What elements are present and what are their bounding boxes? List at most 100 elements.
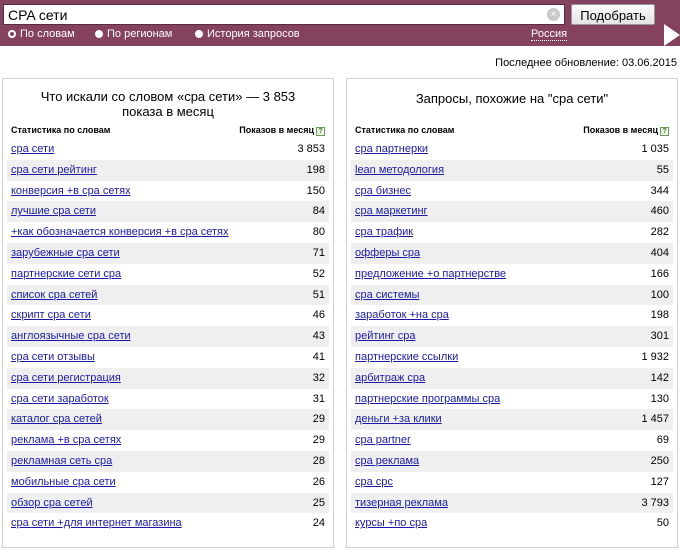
clear-icon[interactable]: × bbox=[547, 8, 560, 21]
keyword-link[interactable]: тизерная реклама bbox=[355, 497, 448, 509]
keyword-link[interactable]: cpa сети заработок bbox=[11, 393, 109, 405]
keyword-link[interactable]: cpa сети регистрация bbox=[11, 372, 121, 384]
keyword-link[interactable]: рейтинг cpa bbox=[355, 330, 415, 342]
keyword-link[interactable]: cpa системы bbox=[355, 289, 419, 301]
keyword-link[interactable]: cpa partner bbox=[355, 434, 411, 446]
keyword-link[interactable]: cpa партнерки bbox=[355, 143, 428, 155]
impressions-count: 84 bbox=[312, 205, 325, 218]
help-icon[interactable]: ? bbox=[316, 127, 325, 136]
mode-by-words[interactable]: По словам bbox=[8, 28, 75, 40]
keyword-link[interactable]: каталог cpa сетей bbox=[11, 413, 102, 425]
keyword-link[interactable]: партнерские сети cpa bbox=[11, 268, 121, 280]
table-row: заработок +на cpa 198 bbox=[351, 305, 673, 326]
keyword-link[interactable]: cpa сети рейтинг bbox=[11, 164, 97, 176]
radio-icon bbox=[8, 30, 16, 38]
impressions-count: 51 bbox=[312, 288, 325, 301]
impressions-count: 404 bbox=[650, 246, 669, 259]
keyword-link[interactable]: заработок +на cpa bbox=[355, 309, 449, 321]
keyword-link[interactable]: cpa бизнес bbox=[355, 185, 411, 197]
impressions-count: 41 bbox=[312, 350, 325, 363]
keyword-link[interactable]: мобильные cpa сети bbox=[11, 476, 116, 488]
col-keyword: Статистика по словам bbox=[11, 125, 111, 135]
keyword-link[interactable]: зарубежные cpa сети bbox=[11, 247, 120, 259]
impressions-count: 166 bbox=[650, 267, 669, 280]
table-row: рекламная сеть cpa 28 bbox=[7, 450, 329, 472]
table-row: cpa маркетинг 460 bbox=[351, 201, 673, 223]
table-row: cpa cpc 127 bbox=[351, 472, 673, 493]
table-row: скрипт cpa сети 46 bbox=[7, 305, 329, 326]
panel-title-line2: показа в месяц bbox=[122, 104, 214, 119]
impressions-count: 150 bbox=[306, 184, 325, 197]
region-link[interactable]: Россия bbox=[531, 28, 568, 41]
table-row: cpa сети рейтинг 198 bbox=[7, 159, 329, 181]
keyword-link[interactable]: партнерские ссылки bbox=[355, 351, 458, 363]
keyword-link[interactable]: +как обозначается конверсия +в cpa сетях bbox=[11, 226, 229, 238]
panel-title-line1: Что искали со словом «cpa сети» — 3 853 bbox=[40, 89, 296, 104]
impressions-count: 50 bbox=[656, 517, 669, 530]
impressions-count: 32 bbox=[312, 371, 325, 384]
keyword-link[interactable]: lean методология bbox=[355, 164, 444, 176]
keyword-link[interactable]: арбитраж cpa bbox=[355, 372, 425, 384]
keyword-link[interactable]: курсы +по cpa bbox=[355, 517, 427, 529]
keyword-link[interactable]: cpa сети bbox=[11, 143, 54, 155]
table-row: cpa сети +для интернет магазина 24 bbox=[7, 513, 329, 534]
table-row: реклама +в cpa сетях 29 bbox=[7, 430, 329, 451]
keyword-link[interactable]: предложение +о партнерстве bbox=[355, 268, 506, 280]
mode-by-regions[interactable]: По регионам bbox=[95, 28, 172, 40]
table-row: cpa реклама 250 bbox=[351, 450, 673, 472]
submit-button[interactable]: Подобрать bbox=[571, 4, 655, 25]
table-row: cpa системы 100 bbox=[351, 284, 673, 306]
keyword-link[interactable]: деньги +за клики bbox=[355, 413, 442, 425]
col-count-label: Показов в месяц bbox=[583, 125, 658, 135]
keyword-link[interactable]: скрипт cpa сети bbox=[11, 309, 91, 321]
impressions-count: 80 bbox=[312, 226, 325, 239]
search-input[interactable] bbox=[8, 6, 538, 23]
impressions-count: 3 853 bbox=[297, 143, 325, 155]
impressions-count: 1 035 bbox=[641, 143, 669, 155]
impressions-count: 71 bbox=[312, 246, 325, 259]
keyword-link[interactable]: англоязычные cpa сети bbox=[11, 330, 131, 342]
table-row: конверсия +в cpa сетях 150 bbox=[7, 181, 329, 202]
panel-title: Запросы, похожие на "cpa сети" bbox=[415, 91, 609, 106]
table-row: cpa партнерки 1 035 bbox=[351, 139, 673, 160]
keyword-link[interactable]: лучшие cpa сети bbox=[11, 205, 96, 217]
table-row: рейтинг cpa 301 bbox=[351, 326, 673, 347]
keyword-link[interactable]: cpa маркетинг bbox=[355, 205, 428, 217]
keyword-link[interactable]: список cpa сетей bbox=[11, 289, 97, 301]
impressions-count: 460 bbox=[650, 205, 669, 218]
keyword-link[interactable]: конверсия +в cpa сетях bbox=[11, 185, 131, 197]
radio-icon bbox=[95, 30, 103, 38]
impressions-count: 24 bbox=[312, 517, 325, 530]
table-row: cpa partner 69 bbox=[351, 430, 673, 451]
table-body: cpa партнерки 1 035 lean методология 55 cpa … bbox=[351, 139, 673, 534]
radio-icon bbox=[195, 30, 203, 38]
table-row: тизерная реклама 3 793 bbox=[351, 492, 673, 514]
panel-title: Что искали со словом «cpa сети» — 3 853 … bbox=[3, 89, 333, 119]
impressions-count: 69 bbox=[656, 434, 669, 447]
impressions-count: 142 bbox=[650, 371, 669, 384]
table-row: предложение +о партнерстве 166 bbox=[351, 264, 673, 285]
keyword-link[interactable]: cpa реклама bbox=[355, 455, 419, 467]
table-row: партнерские программы cpa 130 bbox=[351, 389, 673, 410]
mode-history[interactable]: История запросов bbox=[195, 28, 300, 40]
keyword-link[interactable]: cpa сети +для интернет магазина bbox=[11, 517, 182, 529]
similar-queries-panel: Запросы, похожие на "cpa сети" Статистик… bbox=[346, 78, 678, 548]
help-icon[interactable]: ? bbox=[660, 127, 669, 136]
keyword-link[interactable]: офферы cpa bbox=[355, 247, 420, 259]
col-count: Показов в месяц? bbox=[583, 125, 669, 136]
impressions-count: 55 bbox=[656, 163, 669, 176]
keyword-link[interactable]: рекламная сеть cpa bbox=[11, 455, 112, 467]
keyword-link[interactable]: партнерские программы cpa bbox=[355, 393, 500, 405]
impressions-count: 1 932 bbox=[641, 350, 669, 363]
table-row: каталог cpa сетей 29 bbox=[7, 409, 329, 431]
keyword-link[interactable]: реклама +в cpa сетях bbox=[11, 434, 121, 446]
keyword-link[interactable]: обзор cpa сетей bbox=[11, 497, 93, 509]
table-row: англоязычные cpa сети 43 bbox=[7, 326, 329, 347]
keyword-link[interactable]: cpa сети отзывы bbox=[11, 351, 95, 363]
table-row: cpa сети регистрация 32 bbox=[7, 367, 329, 389]
impressions-count: 130 bbox=[650, 392, 669, 405]
keyword-link[interactable]: cpa трафик bbox=[355, 226, 413, 238]
impressions-count: 29 bbox=[312, 434, 325, 447]
table-row: офферы cpa 404 bbox=[351, 242, 673, 264]
keyword-link[interactable]: cpa cpc bbox=[355, 476, 393, 488]
